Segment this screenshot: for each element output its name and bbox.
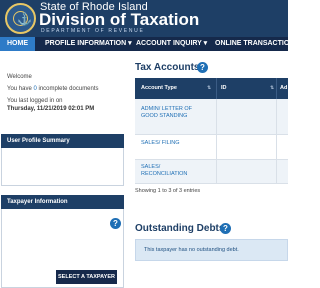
outstanding-debts-notice: This taxpayer has no outstanding debt. <box>135 239 288 261</box>
welcome-panel: Welcome You have 0 incomplete documents … <box>7 73 99 117</box>
sort-icon[interactable]: ⇅ <box>207 78 211 99</box>
agency-title[interactable]: Division of Taxation <box>39 10 199 29</box>
cell-divider <box>216 160 217 184</box>
cell-divider <box>216 135 217 160</box>
welcome-text: Welcome <box>7 74 32 80</box>
cell-divider <box>276 99 277 135</box>
nav-profile-information[interactable]: PROFILE INFORMATION ▾ <box>45 37 132 51</box>
sort-icon[interactable]: ⇅ <box>270 78 274 99</box>
main-nav: HOME PROFILE INFORMATION ▾ ACCOUNT INQUI… <box>0 37 288 51</box>
help-icon[interactable]: ? <box>110 218 121 229</box>
table-entries-info: Showing 1 to 3 of 3 entries <box>135 188 201 194</box>
docs-suffix: incomplete documents <box>36 86 99 92</box>
last-login-value: Thursday, 11/21/2019 02:01 PM <box>7 106 95 112</box>
site-header: ⚓ State of Rhode Island Division of Taxa… <box>0 0 288 37</box>
column-divider <box>216 78 217 99</box>
table-row[interactable]: ADMIN/ LETTER OF GOOD STANDING <box>135 99 288 135</box>
user-profile-summary-panel <box>1 148 124 186</box>
account-type-cell[interactable]: SALES/ FILING <box>141 140 181 147</box>
nav-online-transactions[interactable]: ONLINE TRANSACTIONS <box>215 37 288 51</box>
table-row[interactable]: SALES/ FILING <box>135 135 288 160</box>
anchor-icon: ⚓ <box>17 12 32 26</box>
last-login-label: You last logged in on <box>7 98 63 104</box>
state-seal-icon[interactable]: ⚓ <box>5 3 36 34</box>
account-type-cell[interactable]: SALES/ RECONCILIATION <box>141 164 207 178</box>
help-icon[interactable]: ? <box>220 223 231 234</box>
department-name: DEPARTMENT OF REVENUE <box>41 28 145 34</box>
help-icon[interactable]: ? <box>197 62 208 73</box>
docs-prefix: You have <box>7 86 34 92</box>
incomplete-documents-text: You have 0 incomplete documents <box>7 85 99 93</box>
table-header: Account Type ⇅ ID ⇅ Ad <box>135 78 288 99</box>
cell-divider <box>276 135 277 160</box>
nav-home[interactable]: HOME <box>0 37 35 51</box>
nav-account-inquiry[interactable]: ACCOUNT INQUIRY ▾ <box>136 37 207 51</box>
column-header-id[interactable]: ID <box>221 78 227 99</box>
cell-divider <box>276 160 277 184</box>
select-taxpayer-button[interactable]: SELECT A TAXPAYER <box>56 270 117 284</box>
account-type-cell[interactable]: ADMIN/ LETTER OF GOOD STANDING <box>141 106 207 120</box>
user-profile-summary-header: User Profile Summary <box>1 134 124 148</box>
cell-divider <box>216 99 217 135</box>
taxpayer-information-header: Taxpayer Information <box>1 195 124 209</box>
column-header-ad[interactable]: Ad <box>280 78 287 99</box>
outstanding-debts-title: Outstanding Debts <box>135 223 225 234</box>
table-row[interactable]: SALES/ RECONCILIATION <box>135 160 288 184</box>
tax-accounts-title: Tax Accounts <box>135 62 200 73</box>
column-divider <box>276 78 277 99</box>
column-header-account-type[interactable]: Account Type <box>141 78 177 99</box>
